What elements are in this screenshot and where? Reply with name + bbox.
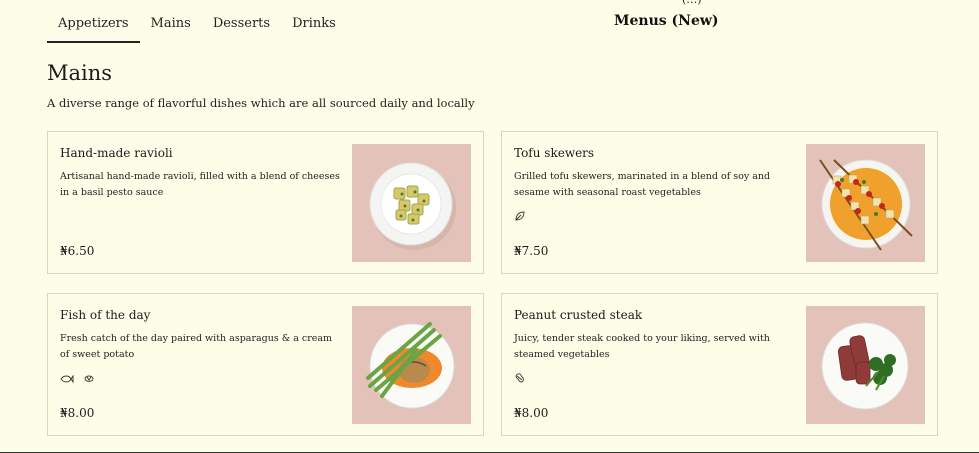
tab-drinks[interactable]: Drinks [281,8,347,43]
tofu-skewers-image [806,144,925,262]
menu-item-price: ₦8.00 [514,406,549,420]
tab-mains[interactable]: Mains [140,8,202,43]
menu-item-name: Peanut crusted steak [514,308,643,322]
menu-item-card[interactable]: Hand-made ravioli Artisanal hand-made ra… [47,131,484,274]
dietary-icons [514,369,526,388]
section-title: Mains [47,61,113,85]
peanut-crusted-steak-image [806,306,925,424]
menu-item-name: Tofu skewers [514,146,595,160]
menu-item-card[interactable]: Tofu skewers Grilled tofu skewers, marin… [501,131,938,274]
shellfish-icon [83,369,95,388]
fish-of-the-day-image [352,306,471,424]
dietary-icons [514,207,526,226]
tab-appetizers[interactable]: Appetizers [47,8,140,43]
menu-item-name: Hand-made ravioli [60,146,173,160]
menu-item-price: ₦7.50 [514,244,549,258]
ravioli-image [352,144,471,262]
menu-item-price: ₦8.00 [60,406,95,420]
overlay-peek-text: (…) [682,0,702,6]
vegan-leaf-icon [514,207,526,226]
menu-item-price: ₦6.50 [60,244,95,258]
menu-item-name: Fish of the day [60,308,151,322]
menu-item-card[interactable]: Fish of the day Fresh catch of the day p… [47,293,484,436]
menu-tabs: Appetizers Mains Desserts Drinks [47,8,347,43]
peanut-icon [514,369,526,388]
tab-desserts[interactable]: Desserts [202,8,281,43]
menu-item-card[interactable]: Peanut crusted steak Juicy, tender steak… [501,293,938,436]
dietary-icons [60,369,95,388]
menu-item-description: Fresh catch of the day paired with aspar… [60,333,333,360]
overlay-title: Menus (New) [614,13,719,29]
menu-item-description: Artisanal hand-made ravioli, filled with… [60,171,340,198]
fish-icon [60,369,74,388]
menu-item-description: Juicy, tender steak cooked to your likin… [514,333,770,360]
section-description: A diverse range of flavorful dishes whic… [47,96,475,110]
menu-item-description: Grilled tofu skewers, marinated in a ble… [514,171,771,198]
